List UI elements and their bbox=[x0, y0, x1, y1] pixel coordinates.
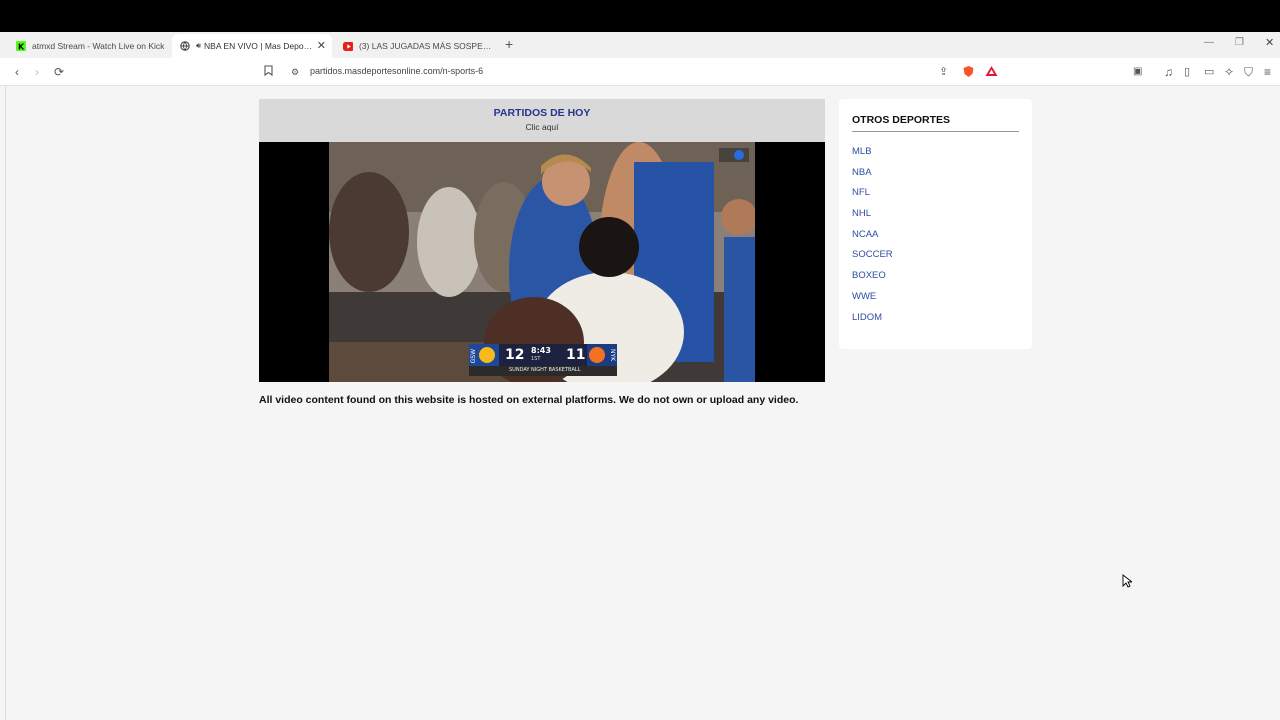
sport-link-mlb[interactable]: MLB bbox=[852, 146, 893, 167]
back-icon[interactable]: ‹ bbox=[15, 65, 19, 79]
youtube-icon bbox=[343, 41, 353, 51]
site-info-icon[interactable]: ⚙ bbox=[291, 65, 299, 79]
away-team-abbr: NYK bbox=[609, 349, 616, 362]
brave-rewards-icon[interactable] bbox=[985, 65, 998, 80]
tab-nba-en-vivo[interactable]: 🔊︎ NBA EN VIVO | Mas Deportes ✕ bbox=[172, 34, 332, 58]
minimize-icon[interactable]: — bbox=[1204, 37, 1214, 48]
new-tab-button[interactable]: + bbox=[505, 36, 513, 52]
share-icon[interactable]: ⇪ bbox=[939, 65, 948, 79]
video-player[interactable]: GSW 12 8:43 1ST 11 NYK SUNDAY NIGHT BASK… bbox=[259, 142, 825, 382]
globe-icon bbox=[180, 41, 190, 51]
other-sports-panel: OTROS DEPORTES MLB NBA NFL NHL NCAA SOCC… bbox=[839, 99, 1032, 349]
tab-youtube[interactable]: (3) LAS JUGADAS MÁS SOSPECHOSAS bbox=[336, 34, 492, 58]
forward-icon[interactable]: › bbox=[35, 65, 39, 79]
sport-link-nfl[interactable]: NFL bbox=[852, 187, 893, 208]
network-logo-icon bbox=[734, 150, 744, 160]
ai-sparkle-icon[interactable]: ✧ bbox=[1224, 65, 1234, 79]
tab-title: NBA EN VIVO | Mas Deportes bbox=[204, 41, 314, 51]
click-here-link[interactable]: Clic aquí bbox=[259, 122, 825, 132]
sports-link-list: MLB NBA NFL NHL NCAA SOCCER BOXEO WWE LI… bbox=[852, 146, 893, 332]
reload-icon[interactable]: ⟳ bbox=[54, 65, 64, 79]
tab-strip: K atmxd Stream - Watch Live on Kick 🔊︎ N… bbox=[0, 32, 1280, 58]
game-clock: 8:43 bbox=[531, 346, 551, 355]
sport-link-nba[interactable]: NBA bbox=[852, 167, 893, 188]
speaker-icon[interactable]: 🔊︎ bbox=[196, 41, 201, 51]
sidebar-toggle-icon[interactable]: ▯ bbox=[1184, 65, 1190, 79]
sidebar-title: OTROS DEPORTES bbox=[852, 114, 951, 126]
menu-icon[interactable]: ≡ bbox=[1264, 65, 1271, 79]
vpn-icon[interactable]: ⛉ bbox=[1244, 65, 1253, 79]
sport-link-nhl[interactable]: NHL bbox=[852, 208, 893, 229]
sport-link-wwe[interactable]: WWE bbox=[852, 291, 893, 312]
page-title[interactable]: PARTIDOS DE HOY bbox=[259, 99, 825, 119]
main-video-panel: PARTIDOS DE HOY Clic aquí GSW 12 8:43 1S… bbox=[259, 99, 825, 382]
media-icon[interactable]: ♫ bbox=[1164, 65, 1173, 79]
sport-link-boxeo[interactable]: BOXEO bbox=[852, 270, 893, 291]
sport-link-ncaa[interactable]: NCAA bbox=[852, 229, 893, 250]
tab-title: atmxd Stream - Watch Live on Kick bbox=[32, 41, 165, 51]
restore-icon[interactable]: ❐ bbox=[1235, 37, 1244, 48]
brave-shields-icon[interactable] bbox=[962, 65, 975, 81]
close-icon[interactable]: ✕ bbox=[1265, 36, 1274, 49]
tab-title: (3) LAS JUGADAS MÁS SOSPECHOSAS bbox=[359, 41, 492, 51]
sport-link-soccer[interactable]: SOCCER bbox=[852, 249, 893, 270]
matches-header[interactable]: PARTIDOS DE HOY Clic aquí bbox=[259, 99, 825, 142]
page-edge-divider bbox=[5, 86, 6, 720]
sidebar-divider bbox=[852, 131, 1019, 132]
broadcast-banner: SUNDAY NIGHT BASKETBALL bbox=[509, 367, 581, 373]
away-score: 11 bbox=[566, 347, 586, 363]
address-bar[interactable]: partidos.masdeportesonline.com/n-sports-… bbox=[310, 66, 483, 76]
bookmark-icon[interactable] bbox=[264, 65, 273, 80]
video-frame[interactable]: GSW 12 8:43 1ST 11 NYK SUNDAY NIGHT BASK… bbox=[329, 142, 755, 382]
kick-icon: K bbox=[16, 41, 26, 51]
svg-text:K: K bbox=[18, 43, 25, 52]
tab-kick[interactable]: K atmxd Stream - Watch Live on Kick bbox=[10, 34, 170, 58]
navigation-bar: ‹ › ⟳ ⚙ partidos.masdeportesonline.com/n… bbox=[0, 58, 1280, 86]
sport-link-lidom[interactable]: LIDOM bbox=[852, 312, 893, 333]
home-team-abbr: GSW bbox=[470, 349, 477, 364]
mouse-cursor-icon bbox=[1122, 574, 1134, 593]
wallet-icon[interactable]: ▭ bbox=[1204, 65, 1214, 79]
game-period: 1ST bbox=[531, 356, 541, 362]
disclaimer-text: All video content found on this website … bbox=[259, 394, 799, 406]
leo-ai-icon[interactable]: ▣ bbox=[1133, 65, 1142, 79]
home-score: 12 bbox=[505, 347, 525, 363]
window-top-bar bbox=[0, 0, 1280, 32]
close-tab-icon[interactable]: ✕ bbox=[317, 39, 326, 52]
